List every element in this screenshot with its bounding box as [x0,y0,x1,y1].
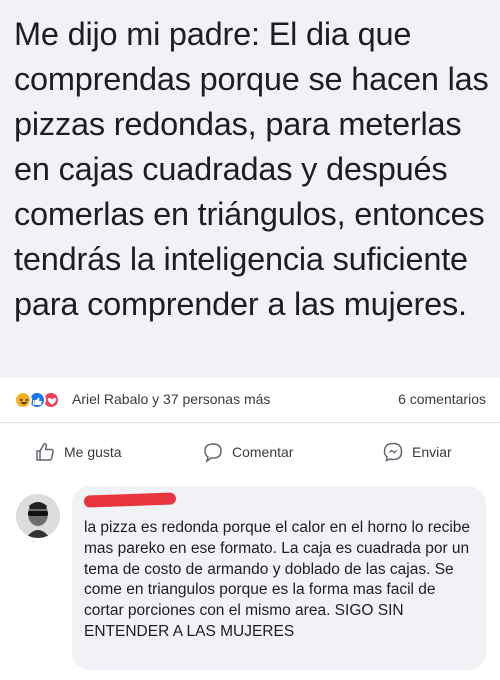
reaction-icons[interactable] [14,391,70,409]
haha-icon [14,391,32,409]
comments-count[interactable]: 6 comentarios [398,391,486,407]
like-label: Me gusta [64,444,122,460]
post-body: Me dijo mi padre: El dia que comprendas … [0,0,500,378]
comment-icon [204,443,222,463]
reaction-summary[interactable]: Ariel Rabalo y 37 personas más [72,391,270,407]
avatar[interactable] [16,494,60,538]
comment-text: la pizza es redonda porque el calor en e… [84,519,471,640]
like-button[interactable]: Me gusta [34,439,122,465]
actions-bar: Me gusta Comentar Enviar [0,423,500,479]
messenger-icon [383,442,403,462]
post-text: Me dijo mi padre: El dia que comprendas … [14,16,489,322]
send-button[interactable]: Enviar [382,439,452,465]
comment-area: Diego la pizza es redonda porque el calo… [0,480,500,680]
reactions-bar[interactable]: Ariel Rabalo y 37 personas más 6 comenta… [0,378,500,423]
comment-label: Comentar [232,444,294,460]
comment-author-redacted[interactable]: Diego [83,492,177,508]
send-label: Enviar [412,444,452,460]
comment-bubble: Diego la pizza es redonda porque el calo… [72,486,486,670]
thumbs-up-icon [36,443,54,461]
comment-button[interactable]: Comentar [202,439,293,465]
